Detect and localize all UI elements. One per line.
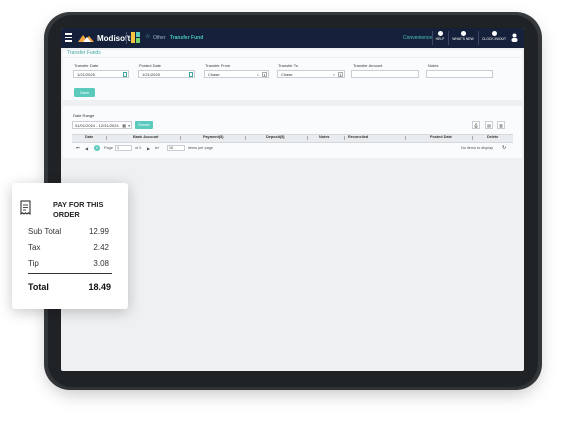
- page-title: Transfer Funds: [67, 50, 101, 56]
- clock-icon: [491, 31, 497, 36]
- chevron-down-icon[interactable]: ▾: [128, 122, 130, 130]
- tax-label: Tax: [28, 243, 41, 252]
- page-label: Page: [104, 146, 113, 150]
- column-header-bank-account[interactable]: Bank Account: [133, 135, 158, 139]
- column-resizer[interactable]: [472, 136, 473, 140]
- chevron-down-icon[interactable]: ▾: [262, 72, 267, 77]
- whats-new-button[interactable]: WHAT'S NEW: [449, 30, 477, 46]
- printer-icon: ⎙: [474, 123, 478, 128]
- total-label: Total: [28, 282, 49, 292]
- breadcrumb-current: Transfer Fund: [169, 35, 204, 41]
- megaphone-icon: [460, 31, 466, 36]
- top-navigation-bar: Modisoft ☆ Other Transfer Fund Convenien…: [61, 28, 524, 48]
- items-per-page-label: items per page: [188, 146, 214, 150]
- transfer-amount-input[interactable]: [351, 70, 419, 78]
- calendar-icon[interactable]: [123, 72, 127, 77]
- column-header-payment[interactable]: Payment($): [203, 135, 223, 139]
- chevron-down-icon[interactable]: ▾: [338, 72, 343, 77]
- first-page-icon[interactable]: ⏮: [76, 146, 79, 150]
- posted-date-input[interactable]: 1/21/2025: [138, 70, 195, 78]
- company-selector[interactable]: Convenience: [403, 35, 432, 41]
- receipt-title: PAY FOR THIS ORDER: [53, 200, 104, 219]
- subtotal-value: 12.99: [88, 227, 109, 236]
- page-size-select[interactable]: 10: [167, 145, 185, 151]
- date-range-label: Date Range: [73, 113, 95, 118]
- save-button[interactable]: Save: [74, 88, 95, 97]
- transfer-amount-label: Transfer Amount: [353, 63, 383, 68]
- clear-x-icon[interactable]: ×: [333, 71, 335, 79]
- hamburger-menu-icon[interactable]: [65, 33, 72, 42]
- help-icon: [437, 31, 443, 36]
- clock-in-out-button[interactable]: CLOCK IN/OUT: [479, 30, 509, 46]
- column-header-delete[interactable]: Delete: [487, 135, 498, 139]
- clear-x-icon[interactable]: ×: [257, 71, 259, 79]
- transfer-to-label: Transfer To: [278, 63, 299, 68]
- app-switcher-icon[interactable]: [131, 32, 140, 43]
- search-button[interactable]: Search: [135, 121, 153, 129]
- pdf-icon: ▥: [499, 123, 503, 128]
- app-screen: Modisoft ☆ Other Transfer Fund Convenien…: [61, 28, 524, 371]
- export-excel-button[interactable]: ▤: [485, 121, 493, 129]
- page-count-label: of 0: [135, 146, 142, 150]
- tip-value: 3.08: [93, 259, 109, 268]
- notes-label: Notes: [428, 63, 439, 68]
- transfer-date-label: Transfer Date: [74, 63, 99, 68]
- breadcrumb-section[interactable]: Other: [153, 35, 166, 41]
- calendar-icon[interactable]: [189, 72, 193, 77]
- calendar-icon[interactable]: ▦: [122, 122, 126, 130]
- print-button[interactable]: ⎙: [472, 121, 480, 129]
- empty-grid-message: No items to display: [461, 146, 494, 150]
- tip-label: Tip: [28, 259, 39, 268]
- title-strip: [63, 50, 522, 57]
- transfer-from-label: Transfer From: [205, 63, 231, 68]
- column-resizer[interactable]: [405, 136, 406, 140]
- date-range-input[interactable]: 01/01/2024 - 12/31/2024 ▦ ▾: [72, 121, 132, 129]
- divider: [126, 32, 127, 44]
- transfer-date-input[interactable]: 1/21/2025: [73, 70, 129, 78]
- subtotal-label: Sub Total: [28, 227, 62, 236]
- favorite-star-icon[interactable]: ☆: [145, 33, 150, 40]
- page-number-input[interactable]: 1: [115, 145, 132, 151]
- column-resizer[interactable]: [307, 136, 308, 140]
- total-value: 18.49: [88, 282, 111, 292]
- mountain-logo-icon: [78, 35, 94, 42]
- breadcrumb: Other Transfer Fund: [153, 35, 203, 41]
- posted-date-label: Posted Date: [139, 63, 162, 68]
- user-menu-icon[interactable]: [511, 33, 518, 42]
- next-page-icon[interactable]: ▶: [147, 146, 150, 151]
- column-resizer[interactable]: [106, 136, 107, 140]
- receipt-icon: [20, 200, 31, 215]
- column-resizer[interactable]: [180, 136, 181, 140]
- previous-page-icon[interactable]: ◀: [85, 146, 88, 151]
- column-header-notes[interactable]: Notes: [319, 135, 330, 139]
- column-header-reconciled[interactable]: Reconciled: [348, 135, 368, 139]
- help-button[interactable]: HELP: [433, 30, 447, 46]
- refresh-icon[interactable]: ↻: [502, 145, 506, 151]
- current-page-indicator[interactable]: 0: [94, 145, 100, 151]
- export-pdf-button[interactable]: ▥: [497, 121, 505, 129]
- brand-logo[interactable]: Modisoft: [78, 32, 130, 44]
- column-resizer[interactable]: [245, 136, 246, 140]
- column-header-date[interactable]: Date: [85, 135, 93, 139]
- column-header-posted-date[interactable]: Posted Date: [430, 135, 452, 139]
- divider: [28, 273, 112, 274]
- excel-icon: ▤: [487, 123, 491, 128]
- tax-value: 2.42: [93, 243, 109, 252]
- column-resizer[interactable]: [344, 136, 345, 140]
- last-page-icon[interactable]: ⏭: [155, 146, 158, 150]
- column-header-deposit[interactable]: Deposit($): [266, 135, 285, 139]
- transfer-from-select[interactable]: Chase × ▾: [204, 70, 269, 78]
- notes-input[interactable]: [426, 70, 493, 78]
- transfer-to-select[interactable]: Chase × ▾: [277, 70, 345, 78]
